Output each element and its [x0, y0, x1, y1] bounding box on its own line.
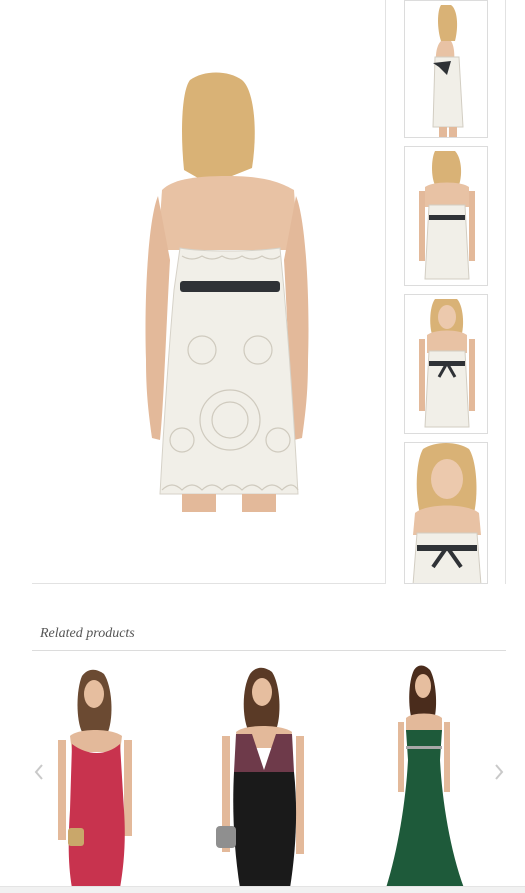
thumbnail-list	[386, 0, 506, 584]
carousel-prev-button[interactable]	[32, 762, 46, 782]
related-product-green-gown[interactable]	[356, 660, 506, 888]
thumbnail-front-bow-view[interactable]	[404, 294, 488, 434]
related-product-colorblock-dress[interactable]	[196, 660, 346, 888]
thumbnail-side-view[interactable]	[404, 0, 488, 138]
bottom-scroll-bar	[0, 886, 525, 893]
chevron-left-icon	[34, 764, 43, 780]
related-products-heading: Related products	[40, 626, 135, 641]
thumbnail-back-view[interactable]	[404, 146, 488, 286]
main-product-image[interactable]	[32, 0, 386, 584]
main-dress-photo	[145, 72, 309, 512]
carousel-next-button[interactable]	[492, 762, 506, 782]
related-product-red-dress[interactable]	[32, 660, 182, 888]
chevron-right-icon	[495, 764, 504, 780]
divider	[32, 650, 506, 651]
thumbnail-closeup-view[interactable]	[404, 442, 488, 584]
related-products-carousel	[32, 660, 506, 888]
